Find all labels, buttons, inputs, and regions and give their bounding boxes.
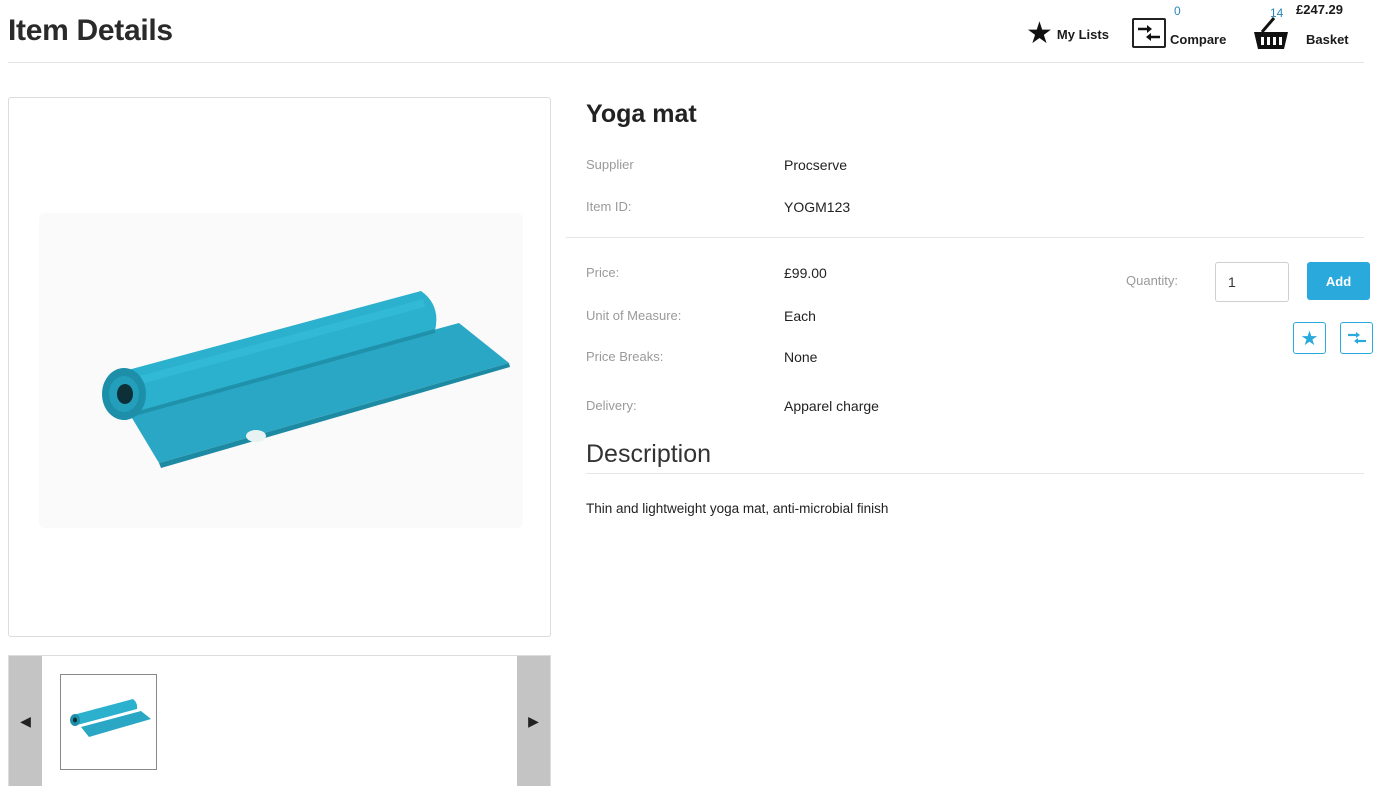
thumbnail-strip: ◀ ▶ [8, 655, 551, 786]
add-to-basket-button[interactable]: Add [1307, 262, 1370, 300]
product-image [39, 213, 523, 528]
thumbnail-image[interactable] [60, 674, 157, 770]
supplier-value: Procserve [784, 157, 848, 173]
star-icon: ★ [1300, 327, 1319, 350]
quantity-input[interactable] [1215, 262, 1289, 302]
price-value: £99.00 [784, 265, 827, 281]
supplier-label: Supplier [586, 157, 634, 172]
quantity-label: Quantity: [1126, 273, 1179, 288]
product-image-panel [8, 97, 551, 637]
uom-label: Unit of Measure: [586, 308, 682, 323]
description-heading: Description [586, 440, 712, 468]
my-lists-link[interactable]: ★ My Lists [1026, 17, 1109, 50]
add-to-list-button[interactable]: ★ [1293, 322, 1326, 354]
price-label: Price: [586, 265, 620, 280]
add-to-compare-button[interactable] [1340, 322, 1373, 354]
compare-label: Compare [1170, 32, 1227, 47]
item-id-value: YOGM123 [784, 199, 851, 215]
description-text: Thin and lightweight yoga mat, anti-micr… [586, 501, 889, 516]
yoga-mat-image [102, 291, 510, 468]
yoga-mat-thumbnail [70, 699, 151, 737]
page-title: Item Details [8, 14, 173, 47]
price-breaks-label: Price Breaks: [586, 349, 664, 364]
details-divider [566, 237, 1364, 238]
compare-icon [1132, 18, 1166, 48]
uom-value: Each [784, 308, 816, 324]
delivery-label: Delivery: [586, 398, 637, 413]
thumbnail-prev-button[interactable]: ◀ [9, 656, 42, 786]
delivery-value: Apparel charge [784, 398, 879, 414]
header-divider [8, 62, 1364, 63]
compare-count: 0 [1174, 4, 1181, 18]
product-title: Yoga mat [586, 100, 697, 128]
basket-total: £247.29 [1296, 2, 1343, 17]
chevron-right-icon: ▶ [528, 713, 539, 729]
basket-count: 14 [1270, 6, 1284, 20]
compare-icon [1347, 332, 1366, 344]
star-icon: ★ [1026, 17, 1053, 50]
header-toolbar: ★ My Lists 0 Compare 14 £247.29 Basket [1026, 2, 1356, 56]
chevron-left-icon: ◀ [20, 713, 31, 729]
thumbnail-next-button[interactable]: ▶ [517, 656, 550, 786]
description-divider [586, 473, 1364, 474]
item-id-label: Item ID: [586, 199, 632, 214]
basket-label: Basket [1306, 32, 1349, 47]
my-lists-label: My Lists [1056, 26, 1109, 42]
basket-icon [1254, 17, 1288, 49]
price-breaks-value: None [784, 349, 818, 365]
